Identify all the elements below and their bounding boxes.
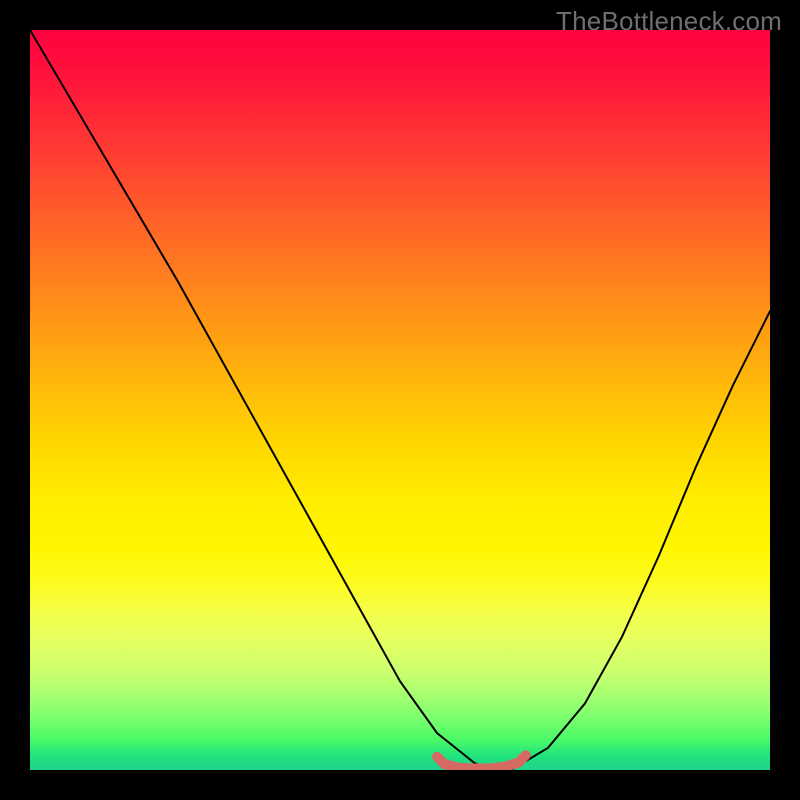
valley-marker xyxy=(437,755,526,768)
watermark-text: TheBottleneck.com xyxy=(556,6,782,37)
curve-layer xyxy=(30,30,770,770)
plot-area xyxy=(30,30,770,770)
bottleneck-curve xyxy=(30,30,770,770)
chart-frame: TheBottleneck.com xyxy=(0,0,800,800)
